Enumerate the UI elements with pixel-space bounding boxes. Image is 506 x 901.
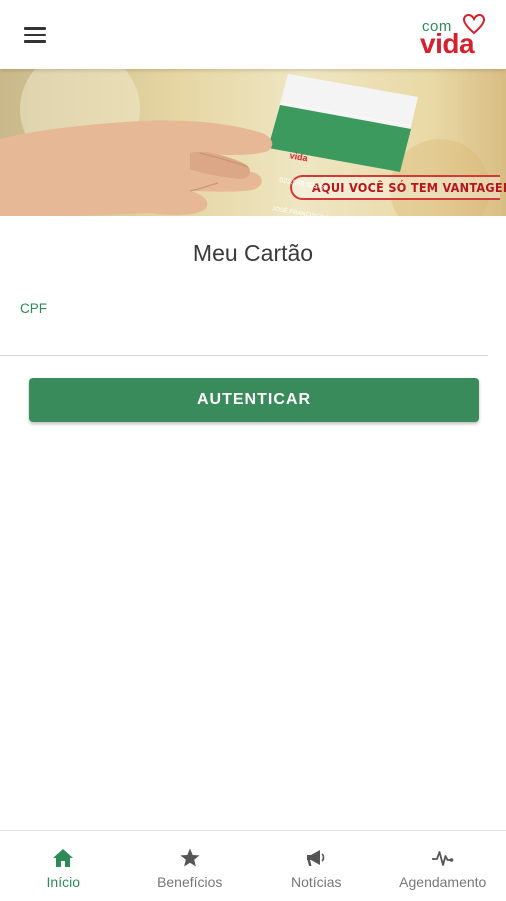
nav-label: Notícias	[253, 874, 380, 890]
app-bar: com vida	[0, 0, 506, 69]
star-icon	[178, 847, 202, 869]
nav-item-noticias[interactable]: Notícias	[253, 831, 380, 901]
nav-item-agendamento[interactable]: Agendamento	[380, 831, 506, 901]
page-title: Meu Cartão	[0, 240, 506, 267]
hand-image	[0, 121, 272, 217]
nav-item-beneficios[interactable]: Benefícios	[127, 831, 254, 901]
cpf-input[interactable]	[0, 318, 488, 356]
bottom-nav: Início Benefícios Notícias Agendamento	[0, 830, 506, 901]
heartbeat-icon	[431, 847, 455, 869]
comvida-logo: com vida	[418, 10, 488, 58]
nav-label: Benefícios	[127, 874, 254, 890]
home-icon	[51, 847, 75, 869]
slogan-badge: AQUI VOCÊ SÓ TEM VANTAGEM	[290, 175, 500, 200]
nav-label: Agendamento	[380, 874, 506, 890]
megaphone-icon	[304, 847, 328, 869]
cpf-label: CPF	[20, 301, 47, 316]
hamburger-menu-icon[interactable]	[22, 24, 48, 46]
heart-icon	[462, 12, 486, 36]
nav-item-inicio[interactable]: Início	[0, 831, 127, 901]
nav-label: Início	[0, 874, 127, 890]
membership-card-image	[268, 74, 418, 172]
authenticate-button[interactable]: AUTENTICAR	[29, 378, 479, 422]
